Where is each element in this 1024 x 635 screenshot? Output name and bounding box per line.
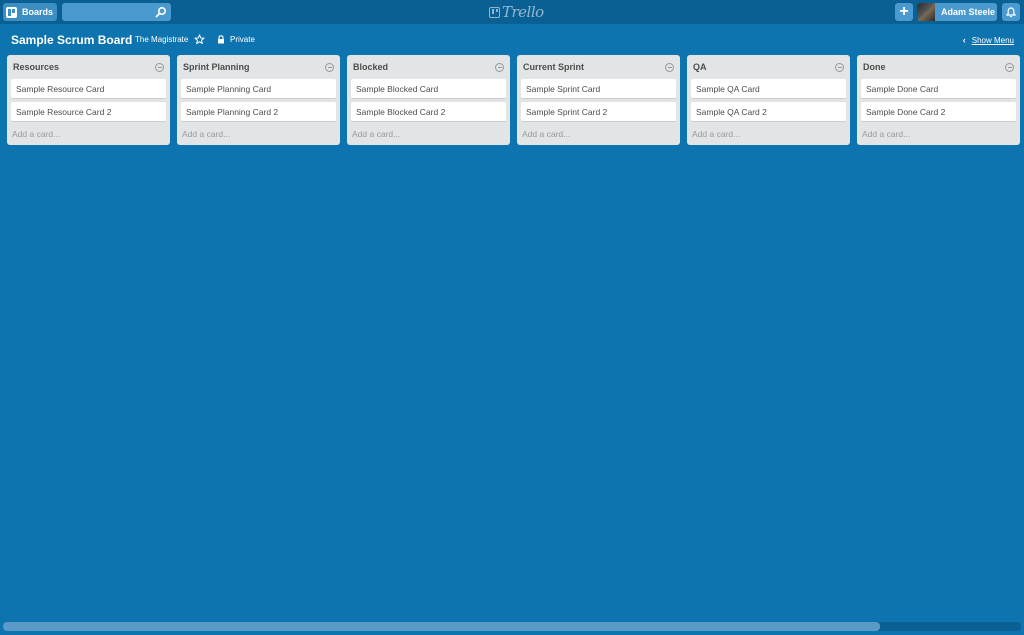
- bell-icon: [1006, 6, 1016, 17]
- card[interactable]: Sample QA Card 2: [691, 102, 846, 122]
- card[interactable]: Sample Blocked Card: [351, 79, 506, 99]
- list: Resources Sample Resource Card Sample Re…: [7, 55, 170, 145]
- top-header: Boards Trello + Adam Steele: [0, 0, 1024, 24]
- boards-button-label: Boards: [22, 7, 54, 17]
- board-icon: [6, 6, 17, 18]
- list: Blocked Sample Blocked Card Sample Block…: [347, 55, 510, 145]
- list-title: QA: [693, 62, 707, 72]
- card[interactable]: Sample Done Card: [861, 79, 1016, 99]
- list-title: Sprint Planning: [183, 62, 250, 72]
- list-header[interactable]: Done: [861, 58, 1016, 76]
- board-team-link[interactable]: The Magistrate: [135, 35, 188, 44]
- trello-logo[interactable]: Trello: [489, 3, 544, 21]
- list-menu-icon[interactable]: [1005, 62, 1014, 72]
- list-title: Resources: [13, 62, 60, 72]
- list-header[interactable]: Blocked: [351, 58, 506, 76]
- list-title: Done: [863, 62, 886, 72]
- list: Current Sprint Sample Sprint Card Sample…: [517, 55, 680, 145]
- notifications-button[interactable]: [1002, 3, 1020, 21]
- list: Sprint Planning Sample Planning Card Sam…: [177, 55, 340, 145]
- board-privacy[interactable]: Private: [230, 35, 255, 44]
- list: QA Sample QA Card Sample QA Card 2 Add a…: [687, 55, 850, 145]
- card[interactable]: Sample QA Card: [691, 79, 846, 99]
- add-card-link[interactable]: Add a card...: [691, 128, 846, 140]
- card[interactable]: Sample Sprint Card 2: [521, 102, 676, 122]
- search-icon[interactable]: [155, 6, 167, 18]
- list-header[interactable]: Sprint Planning: [181, 58, 336, 76]
- user-name: Adam Steele: [941, 7, 996, 17]
- avatar: [917, 3, 935, 21]
- star-icon[interactable]: [194, 34, 205, 45]
- list-menu-icon[interactable]: [325, 62, 334, 72]
- add-card-link[interactable]: Add a card...: [11, 128, 166, 140]
- add-card-link[interactable]: Add a card...: [181, 128, 336, 140]
- add-card-link[interactable]: Add a card...: [521, 128, 676, 140]
- trello-logo-icon: [489, 6, 500, 18]
- card[interactable]: Sample Planning Card 2: [181, 102, 336, 122]
- list-menu-icon[interactable]: [665, 62, 674, 72]
- add-card-link[interactable]: Add a card...: [351, 128, 506, 140]
- list-header[interactable]: Current Sprint: [521, 58, 676, 76]
- show-menu-label: Show Menu: [971, 35, 1014, 45]
- show-menu-link[interactable]: ‹ Show Menu: [963, 35, 1014, 45]
- add-button[interactable]: +: [895, 3, 913, 21]
- horizontal-scrollbar[interactable]: [3, 622, 1021, 631]
- card[interactable]: Sample Planning Card: [181, 79, 336, 99]
- boards-button[interactable]: Boards: [3, 3, 57, 21]
- chevron-left-icon: ‹: [962, 35, 966, 45]
- card[interactable]: Sample Blocked Card 2: [351, 102, 506, 122]
- list-header[interactable]: QA: [691, 58, 846, 76]
- card[interactable]: Sample Sprint Card: [521, 79, 676, 99]
- card[interactable]: Sample Done Card 2: [861, 102, 1016, 122]
- scrollbar-thumb[interactable]: [3, 622, 880, 631]
- list-title: Blocked: [353, 62, 389, 72]
- list-menu-icon[interactable]: [495, 62, 504, 72]
- list-menu-icon[interactable]: [835, 62, 844, 72]
- add-card-link[interactable]: Add a card...: [861, 128, 1016, 140]
- user-menu-button[interactable]: Adam Steele: [917, 3, 997, 21]
- lock-icon: [218, 35, 224, 44]
- board-title[interactable]: Sample Scrum Board: [11, 33, 132, 47]
- list-title: Current Sprint: [523, 62, 585, 72]
- list-header[interactable]: Resources: [11, 58, 166, 76]
- search-box: [62, 3, 171, 22]
- lists-container: Resources Sample Resource Card Sample Re…: [7, 55, 1024, 145]
- card[interactable]: Sample Resource Card 2: [11, 102, 166, 122]
- list: Done Sample Done Card Sample Done Card 2…: [857, 55, 1020, 145]
- list-menu-icon[interactable]: [155, 62, 164, 72]
- card[interactable]: Sample Resource Card: [11, 79, 166, 99]
- trello-logo-text: Trello: [502, 3, 544, 21]
